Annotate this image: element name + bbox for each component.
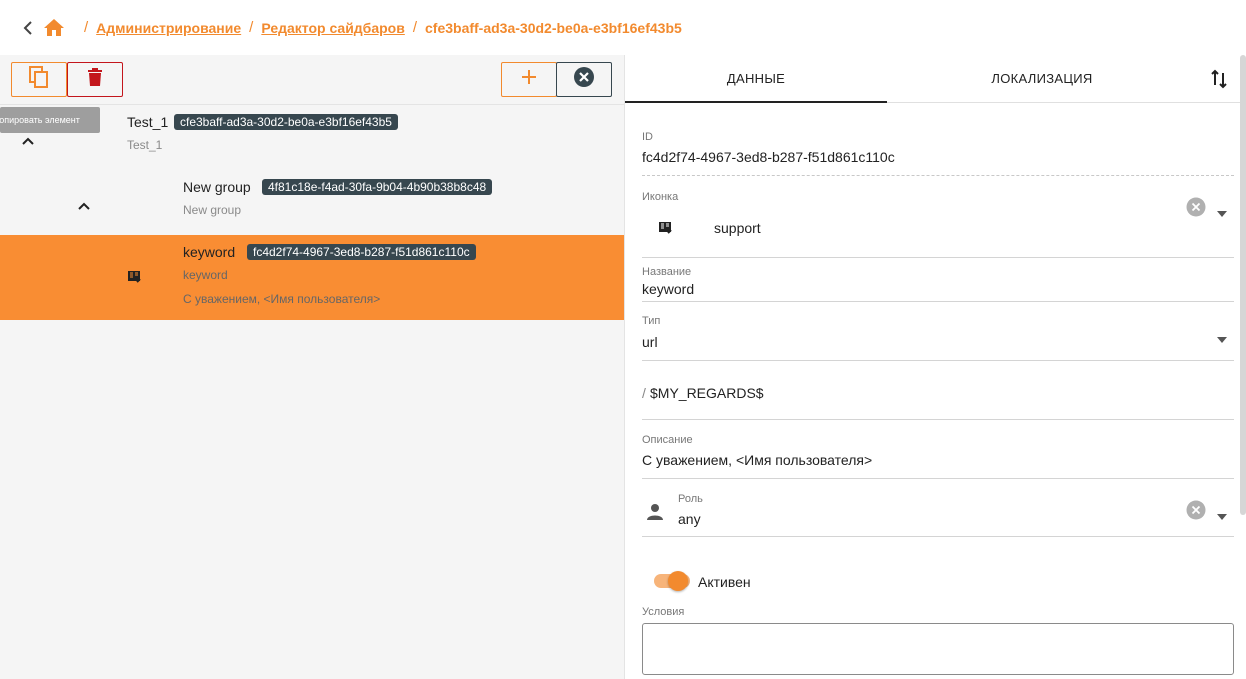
id-label: ID <box>642 131 653 143</box>
support-icon <box>127 270 141 284</box>
conditions-field: Условия <box>642 605 1234 679</box>
type-select[interactable]: Тип url <box>642 311 1234 363</box>
url-field[interactable]: / $MY_REGARDS$ <box>642 373 1234 423</box>
active-toggle[interactable]: Активен <box>642 563 1234 599</box>
tree-item-keyword[interactable]: keyword fc4d2f74-4967-3ed8-b287-f51d861c… <box>0 235 624 320</box>
breadcrumb-current: cfe3baff-ad3a-30d2-be0a-e3bf16ef43b5 <box>425 19 682 36</box>
type-label: Тип <box>642 315 661 327</box>
type-value: url <box>642 334 658 350</box>
dropdown-arrow-icon[interactable] <box>1217 204 1227 217</box>
breadcrumb-separator: / <box>249 19 254 36</box>
role-label: Роль <box>678 493 703 505</box>
tree-item-description: С уважением, <Имя пользователя> <box>183 292 381 306</box>
clear-icon[interactable] <box>1186 500 1206 520</box>
description-field[interactable]: Описание С уважением, <Имя пользователя> <box>642 431 1234 481</box>
home-icon[interactable] <box>42 16 66 40</box>
id-field: ID fc4d2f74-4967-3ed8-b287-f51d861c110c <box>642 125 1234 177</box>
url-prefix: / <box>642 385 646 401</box>
plus-icon <box>520 68 538 91</box>
name-label: Название <box>642 266 692 278</box>
tree-panel: Копировать элемент Test_1 cfe3baff-ad3a-… <box>0 55 624 679</box>
breadcrumb-link-sidebar-editor[interactable]: Редактор сайдбаров <box>261 20 405 36</box>
chevron-up-icon[interactable] <box>21 133 35 145</box>
copy-icon <box>28 65 50 94</box>
url-input[interactable]: $MY_REGARDS$ <box>650 385 764 401</box>
copy-button[interactable] <box>11 62 67 97</box>
role-value: any <box>678 511 701 527</box>
conditions-label: Условия <box>642 606 685 618</box>
tree-item-subtitle: Test_1 <box>127 138 163 152</box>
tree-item-subtitle: New group <box>183 203 242 217</box>
copy-tooltip: Копировать элемент <box>0 107 100 133</box>
dropdown-arrow-icon[interactable] <box>1217 507 1227 520</box>
breadcrumb-link-admin[interactable]: Администрирование <box>96 20 241 36</box>
sort-icon[interactable] <box>1210 69 1228 89</box>
id-chip: 4f81c18e-f4ad-30fa-9b04-4b90b38b8c48 <box>262 179 493 195</box>
icon-label: Иконка <box>642 191 679 203</box>
name-field[interactable]: Название keyword <box>642 263 1234 303</box>
close-button[interactable] <box>556 62 612 97</box>
chevron-up-icon[interactable] <box>77 198 91 210</box>
tab-localization[interactable]: ЛОКАЛИЗАЦИЯ <box>911 55 1173 103</box>
toggle-knob[interactable] <box>668 571 688 591</box>
id-chip: fc4d2f74-4967-3ed8-b287-f51d861c110c <box>247 244 476 260</box>
trash-icon <box>87 67 103 92</box>
description-input[interactable]: С уважением, <Имя пользователя> <box>642 452 872 468</box>
close-circle-icon <box>573 66 595 93</box>
scrollbar[interactable] <box>1240 55 1246 515</box>
breadcrumb-separator: / <box>84 19 89 36</box>
breadcrumb-separator: / <box>412 19 417 36</box>
support-icon <box>658 221 672 235</box>
tab-data[interactable]: ДАННЫЕ <box>625 55 887 103</box>
tree-item-title: keyword <box>183 244 236 260</box>
delete-button[interactable] <box>67 62 123 97</box>
role-select[interactable]: Роль any <box>642 489 1234 539</box>
tree-item-title: New group <box>183 179 251 195</box>
id-chip: cfe3baff-ad3a-30d2-be0a-e3bf16ef43b5 <box>174 114 398 130</box>
tree-toolbar <box>0 55 624 105</box>
details-panel: ДАННЫЕ ЛОКАЛИЗАЦИЯ ID fc4d2f74-4967-3ed8… <box>624 55 1246 679</box>
add-button[interactable] <box>501 62 557 97</box>
description-label: Описание <box>642 434 693 446</box>
dropdown-arrow-icon[interactable] <box>1217 330 1227 343</box>
tree-item-subtitle: keyword <box>183 268 228 282</box>
name-input[interactable]: keyword <box>642 281 694 297</box>
tab-bar: ДАННЫЕ ЛОКАЛИЗАЦИЯ <box>625 55 1246 103</box>
icon-select[interactable]: Иконка support <box>642 183 1234 259</box>
person-icon <box>646 503 664 521</box>
active-label: Активен <box>698 574 751 590</box>
conditions-textarea[interactable] <box>642 623 1234 675</box>
tree-item-title: Test_1 <box>127 114 169 130</box>
breadcrumb: / Администрирование / Редактор сайдбаров… <box>0 0 1246 55</box>
icon-value: support <box>714 220 761 236</box>
clear-icon[interactable] <box>1186 197 1206 217</box>
back-chevron-icon[interactable] <box>20 20 36 36</box>
tree-item-new-group[interactable]: New group 4f81c18e-f4ad-30fa-9b04-4b90b3… <box>0 170 624 235</box>
id-value: fc4d2f74-4967-3ed8-b287-f51d861c110c <box>642 149 895 165</box>
